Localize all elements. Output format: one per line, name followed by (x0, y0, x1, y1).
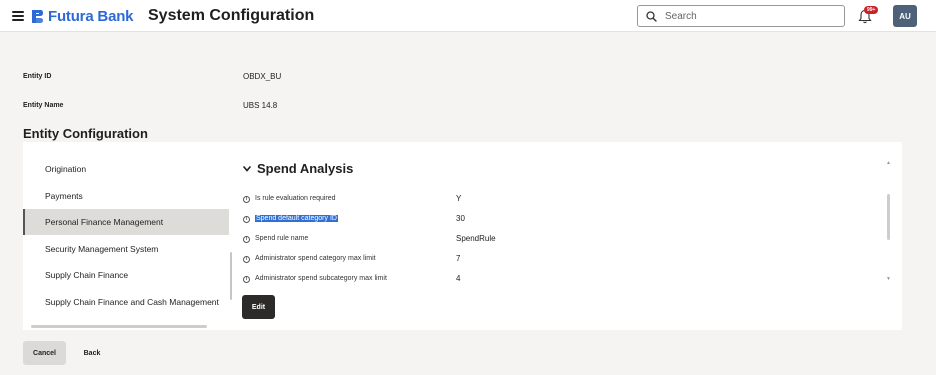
brand-name: Futura Bank (48, 8, 134, 25)
avatar[interactable]: AU (893, 5, 917, 27)
setting-label: Is rule evaluation required (255, 195, 336, 202)
setting-value: SpendRule (456, 234, 496, 243)
setting-value: 30 (456, 214, 465, 223)
info-icon[interactable]: i (243, 276, 250, 283)
entity-id-label: Entity ID (23, 73, 52, 80)
config-panel: Origination Payments Personal Finance Ma… (23, 142, 902, 330)
info-icon[interactable]: i (243, 256, 250, 263)
back-button[interactable]: Back (75, 341, 109, 365)
setting-row: i Administrator spend category max limit… (243, 254, 883, 269)
setting-label: Administrator spend subcategory max limi… (255, 275, 387, 282)
setting-row: i Spend default category ID 30 (243, 214, 883, 229)
setting-value: 4 (456, 274, 461, 283)
category-item-supply-chain-finance-cash-management[interactable]: Supply Chain Finance and Cash Management (23, 289, 229, 315)
chevron-down-icon[interactable] (243, 165, 251, 172)
top-bar: Futura Bank System Configuration 99+ AU (0, 0, 936, 32)
detail-header[interactable]: Spend Analysis (243, 161, 353, 176)
category-list-horizontal-scrollbar[interactable] (31, 325, 207, 328)
search-input[interactable] (665, 10, 825, 22)
menu-icon[interactable] (12, 11, 24, 21)
futura-logo-icon (32, 10, 43, 23)
setting-label: Spend rule name (255, 235, 309, 242)
entity-name-value: UBS 14.8 (243, 101, 278, 110)
info-icon[interactable]: i (243, 236, 250, 243)
edit-button[interactable]: Edit (242, 295, 275, 319)
cancel-button[interactable]: Cancel (23, 341, 66, 365)
setting-row: i Administrator spend subcategory max li… (243, 274, 883, 289)
entity-name-label: Entity Name (23, 102, 64, 109)
category-item-personal-finance-management[interactable]: Personal Finance Management (23, 209, 229, 235)
brand-logo[interactable]: Futura Bank (31, 8, 134, 25)
detail-title: Spend Analysis (257, 161, 354, 176)
category-item-security-management-system[interactable]: Security Management System (23, 236, 229, 262)
setting-value: Y (456, 194, 462, 203)
category-list-vertical-scrollbar[interactable] (230, 252, 232, 300)
setting-label: Spend default category ID (255, 215, 338, 222)
scroll-up-arrow-icon[interactable]: ▲ (886, 160, 891, 166)
search-icon (646, 10, 657, 22)
page-title: System Configuration (148, 7, 315, 24)
scroll-down-arrow-icon[interactable]: ▼ (886, 276, 891, 282)
info-icon[interactable]: i (243, 216, 250, 223)
setting-label: Administrator spend category max limit (255, 255, 376, 262)
setting-row: i Is rule evaluation required Y (243, 194, 883, 209)
category-list: Origination Payments Personal Finance Ma… (23, 156, 229, 316)
setting-row: i Spend rule name SpendRule (243, 234, 883, 249)
entity-id-value: OBDX_BU (243, 72, 282, 81)
info-icon[interactable]: i (243, 196, 250, 203)
section-title: Entity Configuration (23, 126, 148, 141)
notification-badge: 99+ (864, 6, 879, 14)
search-box[interactable] (637, 5, 845, 27)
category-item-payments[interactable]: Payments (23, 183, 229, 209)
category-item-origination[interactable]: Origination (23, 156, 229, 182)
detail-vertical-scrollbar[interactable] (887, 194, 890, 240)
setting-value: 7 (456, 254, 461, 263)
category-item-supply-chain-finance[interactable]: Supply Chain Finance (23, 262, 229, 288)
